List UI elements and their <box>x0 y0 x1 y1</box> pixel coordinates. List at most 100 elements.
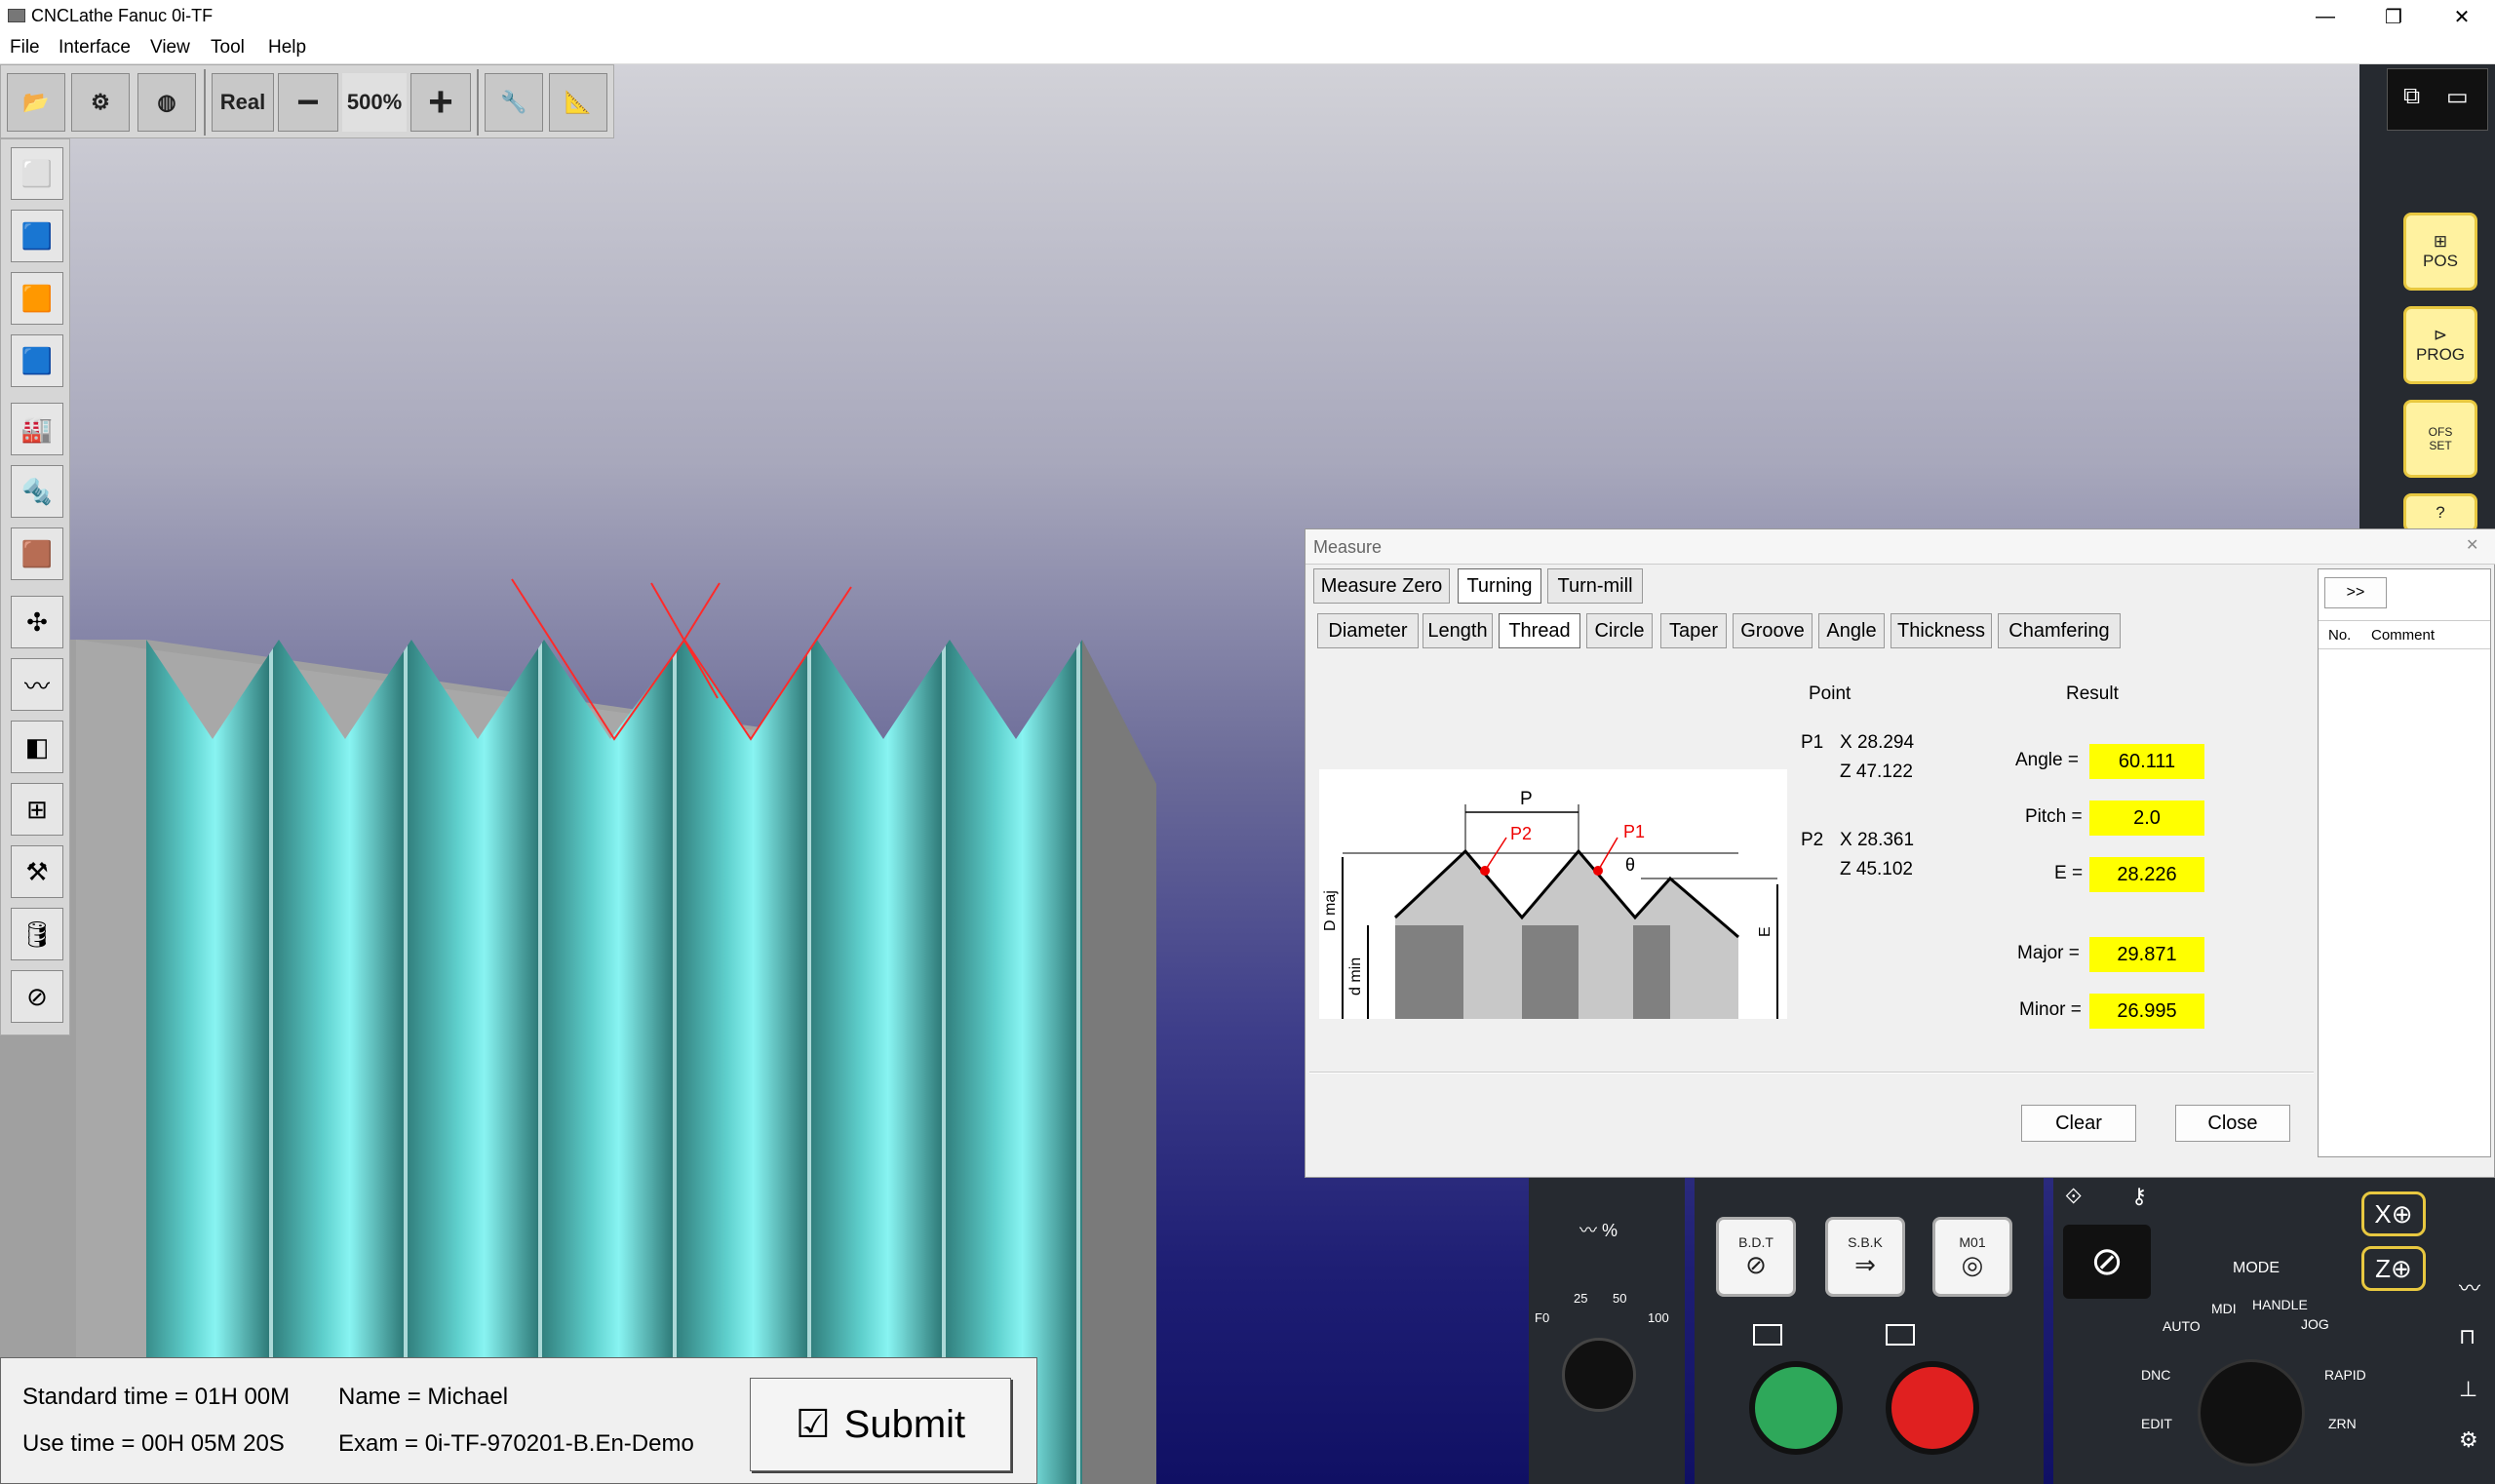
mode-selector-dial[interactable] <box>2198 1359 2305 1466</box>
wave-icon[interactable]: 〰 <box>2459 1271 2480 1303</box>
diagram-dmaj-label: D maj <box>1322 890 1339 931</box>
mode-auto[interactable]: AUTO <box>2163 1318 2201 1334</box>
m01-button[interactable]: M01 ◎ <box>1932 1217 2012 1297</box>
section-button[interactable]: ◧ <box>11 721 63 773</box>
bdt-icon: ⊘ <box>1745 1249 1767 1279</box>
tab-thread[interactable]: Thread <box>1499 613 1580 648</box>
tab-thickness[interactable]: Thickness <box>1891 613 1992 648</box>
menu-help[interactable]: Help <box>268 37 306 59</box>
menu-bar: File Interface View Tool Help <box>0 33 2495 64</box>
feed-override-unit: % <box>1602 1221 1618 1240</box>
mode-jog[interactable]: JOG <box>2301 1316 2329 1332</box>
angle-label: Angle = <box>2015 750 2079 770</box>
tab-groove[interactable]: Groove <box>1733 613 1813 648</box>
diagram-theta-label: θ <box>1625 855 1635 875</box>
pos-button[interactable]: ⊞ POS <box>2403 213 2477 291</box>
use-time: Use time = 00H 05M 20S <box>22 1430 285 1457</box>
z-axis-button[interactable]: Z ⊕ <box>2361 1246 2426 1291</box>
stock-button[interactable]: ◍ <box>137 73 196 132</box>
view-front-button[interactable]: 🟦 <box>11 210 63 262</box>
dial-f0: F0 <box>1535 1310 1550 1325</box>
tool-change-button[interactable]: 🔧 <box>485 73 543 132</box>
sbk-icon: ⇒ <box>1854 1249 1876 1279</box>
chuck-button[interactable]: ⚙ <box>71 73 130 132</box>
tool-view-button[interactable]: 🔩 <box>11 465 63 518</box>
measure-history-list[interactable]: >> No. Comment <box>2318 568 2491 1157</box>
maximize-icon[interactable]: ▭ <box>2446 83 2469 111</box>
close-window-button[interactable]: ✕ <box>2428 0 2495 33</box>
view-iso-button[interactable]: ⬜ <box>11 147 63 200</box>
view-top-button[interactable]: 🟦 <box>11 334 63 387</box>
real-view-button[interactable]: Real <box>212 73 274 132</box>
tile-icon[interactable]: ⧉ <box>2403 83 2420 110</box>
part-view-button[interactable]: 🟫 <box>11 527 63 580</box>
p2-label: P2 <box>1801 830 1824 850</box>
pitch-label: Pitch = <box>2025 806 2083 827</box>
tab-length[interactable]: Length <box>1423 613 1493 648</box>
fixture-button[interactable]: ⊞ <box>11 783 63 836</box>
mode-edit[interactable]: EDIT <box>2141 1416 2172 1431</box>
mode-zrn[interactable]: ZRN <box>2328 1416 2357 1431</box>
menu-interface[interactable]: Interface <box>58 37 131 59</box>
spindle-gear-icon[interactable]: ⚙ <box>2459 1427 2478 1453</box>
toolpath-button[interactable]: 〰 <box>11 658 63 711</box>
window-controls: ⧉ ▭ <box>2387 68 2488 131</box>
sbk-button[interactable]: S.B.K ⇒ <box>1825 1217 1905 1297</box>
menu-tool[interactable]: Tool <box>211 37 245 59</box>
submit-button[interactable]: ☑ Submit <box>750 1378 1011 1471</box>
pulse-icon[interactable]: ⊓ <box>2459 1324 2476 1349</box>
feed-hold-button[interactable] <box>1886 1361 1979 1455</box>
coolant-icon[interactable]: ⊥ <box>2459 1377 2477 1402</box>
help-button[interactable]: ? <box>2403 493 2477 532</box>
tab-measure-zero[interactable]: Measure Zero <box>1313 568 1450 604</box>
mode-dnc[interactable]: DNC <box>2141 1367 2170 1383</box>
window-title: CNCLathe Fanuc 0i-TF <box>31 6 214 25</box>
zoom-out-button[interactable]: − <box>278 73 338 132</box>
open-file-button[interactable]: 📂 <box>7 73 65 132</box>
dialog-close-icon[interactable]: ✕ <box>2466 535 2478 555</box>
tab-chamfering[interactable]: Chamfering <box>1998 613 2121 648</box>
feed-override-panel: 〰 % F0 25 50 100 <box>1529 1178 1685 1484</box>
stock-icon: 🛢 <box>20 918 54 949</box>
tab-turning[interactable]: Turning <box>1458 568 1541 604</box>
tab-circle[interactable]: Circle <box>1586 613 1653 648</box>
menu-file[interactable]: File <box>10 37 40 59</box>
feed-override-dial[interactable] <box>1562 1338 1636 1412</box>
cube-side-icon: 🟧 <box>20 283 54 313</box>
minimize-button[interactable]: — <box>2291 0 2359 33</box>
measure-tool-button[interactable]: 📐 <box>549 73 607 132</box>
x-axis-button[interactable]: X ⊕ <box>2361 1191 2426 1236</box>
x-axis-label: X <box>2374 1198 2392 1229</box>
mode-handle[interactable]: HANDLE <box>2252 1297 2308 1312</box>
tab-diameter[interactable]: Diameter <box>1317 613 1419 648</box>
clear-button[interactable]: Clear <box>2021 1105 2136 1142</box>
cube-top-icon: 🟦 <box>20 345 54 375</box>
ofs-label: OFS <box>2428 425 2453 439</box>
minor-label: Minor = <box>2019 999 2082 1020</box>
diagram-p1-label: P1 <box>1623 822 1645 841</box>
bdt-button[interactable]: B.D.T ⊘ <box>1716 1217 1796 1297</box>
axes-button[interactable]: ✣ <box>11 596 63 648</box>
mode-mdi[interactable]: MDI <box>2211 1301 2237 1316</box>
menu-view[interactable]: View <box>150 37 190 59</box>
mode-rapid[interactable]: RAPID <box>2324 1367 2366 1383</box>
prog-button[interactable]: ⊳ PROG <box>2403 306 2477 384</box>
machine-view-button[interactable]: 🏭 <box>11 403 63 455</box>
bdt-label: B.D.T <box>1738 1233 1774 1250</box>
tab-taper[interactable]: Taper <box>1660 613 1727 648</box>
tab-angle[interactable]: Angle <box>1818 613 1885 648</box>
cycle-start-button[interactable] <box>1749 1361 1843 1455</box>
hide-button[interactable]: ⊘ <box>11 970 63 1023</box>
restore-button[interactable]: ❐ <box>2359 0 2428 33</box>
tab-turn-mill[interactable]: Turn-mill <box>1547 568 1643 604</box>
stock-view-button[interactable]: 🛢 <box>11 908 63 960</box>
expand-button[interactable]: >> <box>2324 577 2387 608</box>
zoom-in-button[interactable]: + <box>410 73 471 132</box>
emergency-stop-icon[interactable]: ⊘ <box>2063 1225 2151 1299</box>
mode-label: MODE <box>2233 1260 2280 1276</box>
view-side-button[interactable]: 🟧 <box>11 272 63 325</box>
close-button[interactable]: Close <box>2175 1105 2290 1142</box>
spindle-button[interactable]: ⚒ <box>11 845 63 898</box>
offset-setting-button[interactable]: OFS SET <box>2403 400 2477 478</box>
pos-label: POS <box>2423 252 2458 270</box>
